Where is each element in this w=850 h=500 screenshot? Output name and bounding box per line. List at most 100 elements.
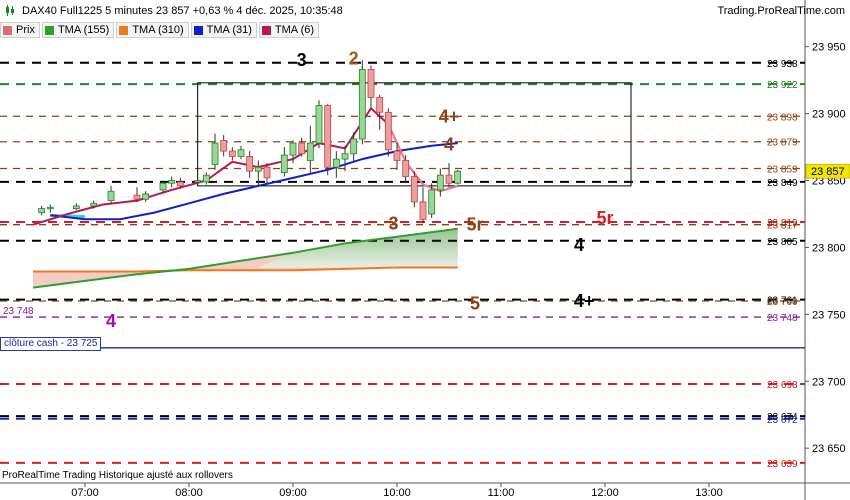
x-tick-label: 10:00 (383, 487, 411, 499)
candle-body (246, 156, 254, 172)
chart-header: DAX40 Full1225 5 minutes 23 857 +0,63 % … (0, 0, 850, 22)
legend-item-price[interactable]: Prix (0, 22, 40, 38)
wave-annotation: 2 (349, 49, 359, 69)
indicator-legend: Prix TMA (155) TMA (310) TMA (31) TMA (6… (0, 22, 321, 38)
y-tick-label: 23 800 (812, 242, 846, 254)
level-price-label: 23 922 (767, 80, 798, 91)
candle-body (358, 69, 366, 140)
wave-annotation: 4+ (574, 291, 595, 311)
candle-body (332, 158, 340, 168)
candle-body (410, 176, 418, 203)
left-level-label: 23 748 (3, 306, 34, 317)
level-price-label: 23 639 (767, 459, 798, 470)
y-tick-label: 23 950 (812, 42, 846, 54)
level-price-label: 23 938 (767, 59, 798, 70)
brand-label: Trading.ProRealTime.com (717, 5, 845, 17)
legend-swatch (3, 25, 12, 35)
legend-item-tma31[interactable]: TMA (31) (190, 22, 257, 38)
candle-body (38, 208, 46, 214)
legend-item-tma310[interactable]: TMA (310) (116, 22, 189, 38)
level-price-label: 23 805 (767, 237, 798, 248)
candle-body (142, 193, 150, 200)
x-tick-label: 13:00 (695, 487, 723, 499)
candle-body (168, 180, 176, 184)
candle-body (263, 166, 271, 179)
x-tick-label: 09:00 (279, 487, 307, 499)
cash-close-label: clôture cash - 23 725 (0, 337, 102, 351)
candle-body (133, 194, 141, 200)
legend-label: TMA (310) (132, 24, 184, 36)
candle-body (419, 201, 427, 220)
x-tick-label: 11:00 (488, 487, 515, 499)
price-chart[interactable]: 3 2 4+ 4 3 5r 5r 4 4+ 5 4 23 748 23 938 23 922 23 898 2… (0, 0, 850, 500)
candle-body (454, 170, 462, 184)
legend-swatch (193, 25, 203, 35)
candle-body (90, 202, 98, 207)
footer-note: ProRealTime Trading Historique ajusté au… (2, 470, 233, 481)
legend-label: TMA (6) (274, 24, 315, 36)
candle-body (202, 174, 210, 183)
level-price-label: 23 898 (767, 112, 798, 123)
candle-body (350, 138, 358, 155)
last-price-label: 23 857 (811, 166, 845, 178)
candle-body (176, 181, 184, 187)
candle-body (402, 160, 410, 177)
wave-annotation: 3 (297, 50, 307, 70)
level-price-label: 23 698 (767, 380, 798, 391)
legend-swatch (44, 25, 54, 35)
candle-body (254, 166, 262, 172)
candle-body (228, 150, 236, 157)
candle-body (289, 142, 297, 156)
level-price-label: 23 879 (767, 138, 798, 149)
level-price-label: 23 817 (767, 221, 798, 232)
candle-body (367, 69, 375, 98)
legend-label: TMA (31) (206, 24, 252, 36)
level-price-label: 23 672 (767, 415, 798, 426)
y-tick-label: 23 650 (812, 443, 846, 455)
y-tick-label: 23 750 (812, 309, 846, 321)
wave-annotation: 5r (466, 215, 483, 235)
legend-label: Prix (16, 24, 35, 36)
candle-body (107, 190, 115, 202)
level-price-label: 23 760 (767, 297, 798, 308)
x-tick-label: 08:00 (175, 487, 203, 499)
y-tick-label: 23 700 (812, 376, 846, 388)
wave-annotation: 5r (596, 208, 613, 228)
candle-body (194, 180, 202, 183)
wave-annotation: 5 (470, 294, 480, 314)
candle-body (428, 189, 436, 215)
candle-body (324, 105, 332, 168)
candle-body (384, 111, 392, 151)
candle-body (445, 174, 453, 184)
level-price-label: 23 859 (767, 164, 798, 175)
legend-swatch (119, 25, 129, 35)
wave-annotation: 4 (444, 134, 454, 154)
level-price-label: 23 748 (767, 313, 798, 324)
legend-item-tma6[interactable]: TMA (6) (258, 22, 320, 38)
wave-annotation: 4 (574, 235, 584, 255)
candle-body (159, 182, 167, 191)
x-tick-label: 07:00 (71, 487, 99, 499)
candle-body (393, 150, 401, 161)
level-price-label: 23 849 (767, 178, 798, 189)
wave-annotation: 4+ (439, 106, 460, 126)
candle-body (341, 153, 349, 160)
y-tick-label: 23 900 (812, 109, 846, 121)
candlestick-icon (6, 5, 14, 16)
instrument-title: DAX40 Full1225 5 minutes 23 857 +0,63 % … (22, 5, 343, 17)
legend-swatch (261, 25, 271, 35)
candle-body (72, 205, 80, 210)
candle-body (436, 174, 444, 191)
candle-body (46, 206, 54, 210)
candle-body (306, 142, 314, 161)
candle-body (376, 97, 384, 113)
legend-item-tma155[interactable]: TMA (155) (41, 22, 115, 38)
wave-annotation: 3 (389, 213, 399, 233)
candle-body (315, 105, 323, 144)
candle-body (211, 142, 219, 165)
candle-body (280, 154, 288, 173)
legend-label: TMA (155) (57, 24, 110, 36)
wave-annotation: 4 (106, 311, 116, 331)
candle-body (237, 149, 245, 157)
candle-body (298, 142, 306, 155)
